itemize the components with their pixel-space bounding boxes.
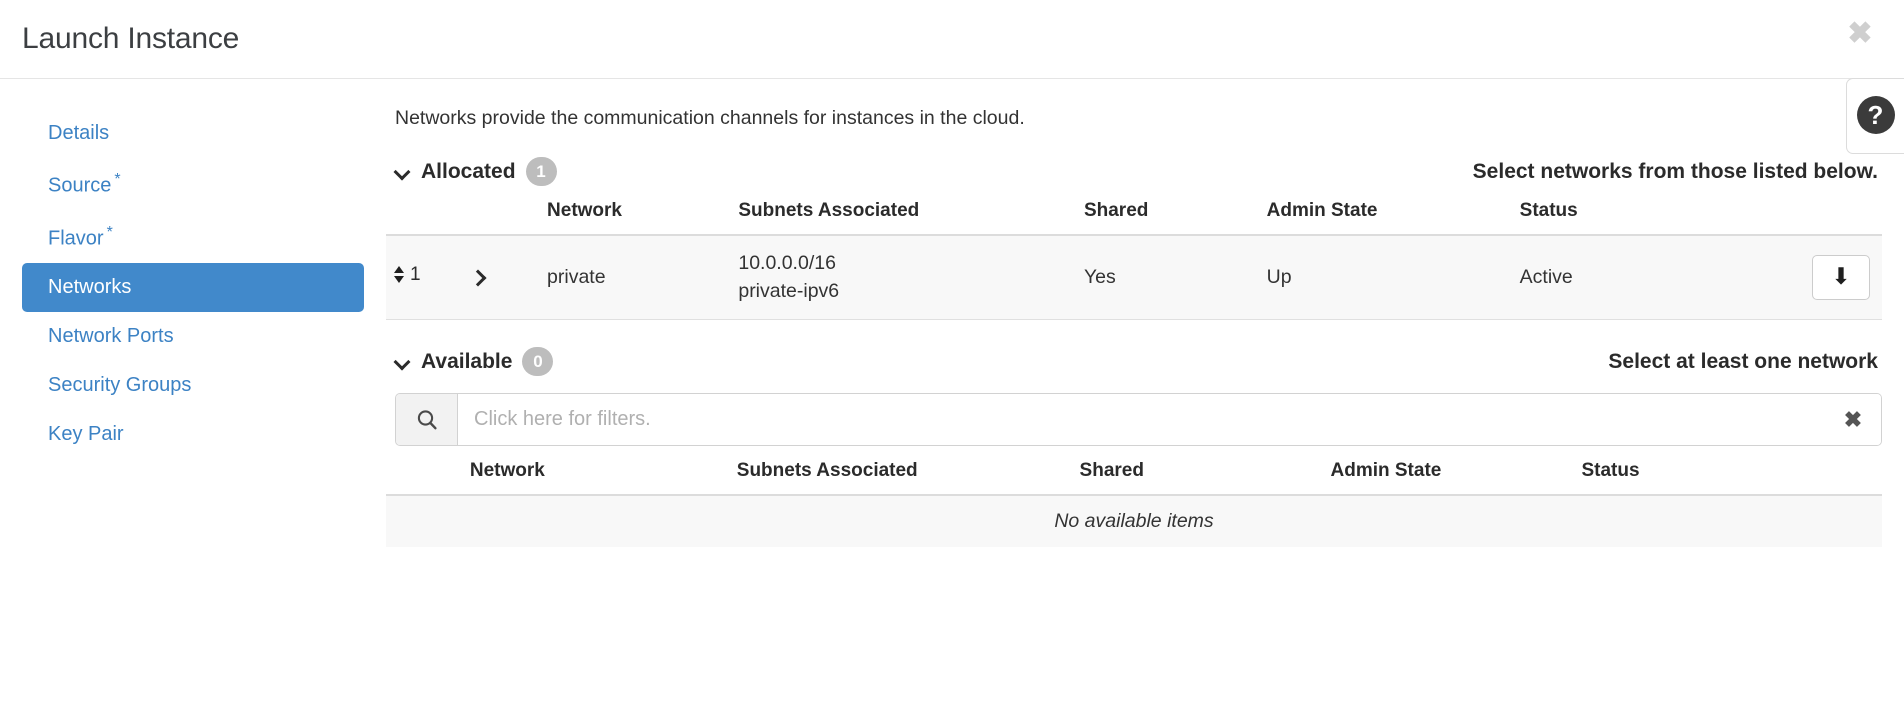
column-header-actions	[1746, 186, 1882, 235]
cell-subnets: 10.0.0.0/16 private-ipv6	[730, 235, 1076, 320]
allocated-title: Allocated	[421, 159, 516, 183]
available-count-badge: 0	[522, 347, 554, 377]
column-header-expand	[463, 186, 540, 235]
modal-header: Launch Instance ✖	[0, 0, 1904, 79]
column-header-status: Status	[1519, 200, 1578, 221]
available-hint: Select at least one network	[1608, 349, 1878, 373]
clear-filter-icon[interactable]: ✖	[1825, 394, 1881, 446]
cell-expand	[462, 235, 540, 320]
deallocate-network-button[interactable]: ⬇	[1812, 255, 1870, 301]
allocated-count-badge: 1	[525, 157, 557, 186]
row-order-value: 1	[410, 263, 421, 285]
page-title: Launch Instance	[22, 22, 240, 55]
sidebar-item-source[interactable]: Source *	[22, 158, 364, 211]
subnet-value: private-ipv6	[738, 279, 840, 302]
filter-bar: ✖	[395, 393, 1882, 447]
column-header-shared: Shared	[1079, 460, 1144, 482]
allocated-header-row: Network Subnets Associated Shared Admin …	[386, 186, 1882, 235]
sidebar-item-label: Flavor	[48, 227, 104, 250]
cell-admin-state: Up	[1258, 235, 1512, 320]
sidebar-item-label: Networks	[48, 276, 132, 299]
chevron-down-icon	[395, 354, 411, 370]
close-icon[interactable]: ✖	[1840, 14, 1880, 54]
search-input[interactable]	[458, 394, 1825, 446]
cell-order: 1	[386, 235, 463, 320]
column-header-shared: Shared	[1083, 200, 1149, 221]
allocated-section-header: Allocated 1 Select networks from those l…	[386, 157, 1882, 186]
sidebar-item-label: Network Ports	[48, 325, 174, 348]
networks-panel: ? Networks provide the communication cha…	[386, 78, 1904, 728]
chevron-down-icon	[395, 164, 411, 180]
question-mark-icon: ?	[1856, 96, 1895, 134]
column-header-spacer	[386, 446, 462, 495]
empty-state-row: No available items	[386, 495, 1882, 548]
wizard-sidebar: Details Source * Flavor * Networks Network…	[0, 79, 386, 728]
column-header-status: Status	[1581, 460, 1640, 482]
chevron-right-icon[interactable]	[471, 269, 487, 287]
cell-shared: Yes	[1075, 235, 1259, 320]
column-header-network: Network	[547, 200, 622, 221]
column-header-network: Network	[469, 460, 545, 482]
subnet-value: 10.0.0.0/16	[738, 252, 836, 274]
column-header-actions	[1806, 446, 1882, 495]
available-toggle[interactable]: Available 0	[395, 347, 554, 377]
allocated-hint: Select networks from those listed below.	[1472, 159, 1878, 183]
panel-description: Networks provide the communication chann…	[395, 107, 1025, 129]
sidebar-item-network-ports[interactable]: Network Ports	[22, 312, 364, 361]
sidebar-item-label: Security Groups	[48, 374, 192, 397]
empty-state-message: No available items	[386, 495, 1882, 548]
table-row: 1 private 10.0.0.0/16 private-ipv6 Yes U…	[386, 235, 1882, 320]
available-header-row: Network Subnets Associated Shared Admin …	[386, 446, 1882, 496]
column-header-order	[386, 186, 463, 235]
column-header-subnets: Subnets Associated	[736, 460, 918, 482]
sidebar-item-label: Details	[48, 122, 110, 144]
cell-network: private	[539, 235, 731, 320]
column-header-admin-state: Admin State	[1330, 460, 1442, 482]
arrow-down-icon: ⬇	[1831, 264, 1851, 291]
sidebar-item-security-groups[interactable]: Security Groups	[22, 361, 364, 410]
up-down-arrows-icon	[394, 264, 405, 285]
sidebar-item-flavor[interactable]: Flavor *	[22, 211, 364, 264]
allocated-table: Network Subnets Associated Shared Admin …	[386, 186, 1882, 320]
cell-actions: ⬇	[1746, 235, 1882, 320]
sidebar-item-networks[interactable]: Networks	[22, 263, 364, 313]
column-header-admin-state: Admin State	[1266, 200, 1378, 221]
sidebar-item-details[interactable]: Details	[22, 109, 364, 158]
required-marker: *	[106, 223, 113, 241]
available-section-header: Available 0 Select at least one network	[386, 347, 1882, 377]
cell-status: Active	[1511, 235, 1747, 320]
allocated-toggle[interactable]: Allocated 1	[395, 157, 557, 186]
help-button[interactable]: ?	[1846, 78, 1904, 154]
sidebar-item-key-pair[interactable]: Key Pair	[22, 410, 364, 459]
search-icon[interactable]	[396, 394, 458, 446]
drag-handle[interactable]: 1	[394, 264, 421, 286]
available-title: Available	[421, 349, 513, 373]
sidebar-item-label: Key Pair	[48, 423, 124, 446]
required-marker: *	[114, 171, 121, 188]
modal-body: Details Source * Flavor * Networks Network…	[0, 78, 1904, 728]
column-header-subnets: Subnets Associated	[738, 200, 920, 221]
available-table: Network Subnets Associated Shared Admin …	[386, 446, 1882, 548]
sidebar-item-label: Source	[48, 174, 112, 197]
